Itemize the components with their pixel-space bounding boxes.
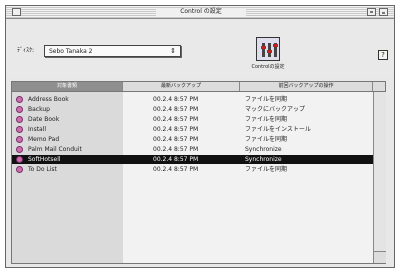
last-action: ファイルを同期 [245,116,288,123]
last-action: マックにバックアップ [245,106,306,113]
control-settings-button[interactable]: Controlの設定 [250,37,286,75]
conduit-name: SoftHotsell [28,156,61,163]
sliders-icon [256,37,280,61]
resize-handle[interactable] [374,251,386,263]
control-settings-label: Controlの設定 [251,64,285,70]
table-row[interactable]: Backup 00.2.4 8:57 PM マックにバックアップ [12,105,373,114]
conduit-icon [16,106,23,113]
last-backup-date: 00.2.4 8:57 PM [153,136,199,143]
conduit-name: Backup [28,106,50,113]
table-row[interactable]: SoftHotsell 00.2.4 8:57 PM Synchronize [12,155,373,164]
table-row[interactable]: Memo Pad 00.2.4 8:57 PM ファイルを同期 [12,135,373,144]
toolbar: ﾃﾞｨｽｸ: Sebo Tanaka 2 ⇕ Controlの設定 ? [6,20,394,77]
conduit-window: Control の設定 ﾃﾞｨｽｸ: Sebo Tanaka 2 ⇕ Contr… [5,5,395,268]
last-action: Synchronize [245,146,282,153]
table-header: 対象書類 最新バックアップ 前回バックアップの操作 [11,81,386,92]
last-action: Synchronize [245,156,282,163]
conduit-icon [16,146,23,153]
last-action: ファイルを同期 [245,136,288,143]
last-backup-date: 00.2.4 8:57 PM [153,166,199,173]
conduit-name: Palm Mail Conduit [28,146,82,153]
conduit-icon [16,116,23,123]
disk-select[interactable]: Sebo Tanaka 2 ⇕ [44,45,181,57]
last-backup-date: 00.2.4 8:57 PM [153,156,199,163]
conduit-icon [16,96,23,103]
collapse-box-button[interactable] [379,8,388,16]
table-row[interactable]: To Do List 00.2.4 8:57 PM ファイルを同期 [12,165,373,174]
conduit-name: Memo Pad [28,136,60,143]
title-bar[interactable]: Control の設定 [6,6,394,19]
table-row[interactable]: Date Book 00.2.4 8:57 PM ファイルを同期 [12,115,373,124]
last-action: ファイルを同期 [245,96,288,103]
last-backup-date: 00.2.4 8:57 PM [153,116,199,123]
table-row[interactable]: Install 00.2.4 8:57 PM ファイルをインストール [12,125,373,134]
zoom-box-button[interactable] [367,8,376,16]
table-row[interactable]: Palm Mail Conduit 00.2.4 8:57 PM Synchroni… [12,145,373,154]
popup-arrow-icon: ⇕ [170,47,176,55]
last-action: ファイルを同期 [245,166,288,173]
column-header-target[interactable]: 対象書類 [12,82,123,91]
conduit-icon [16,156,23,163]
conduit-name: Install [28,126,47,133]
conduit-icon [16,136,23,143]
vertical-scrollbar[interactable] [373,92,386,263]
last-backup-date: 00.2.4 8:57 PM [153,146,199,153]
conduit-name: Address Book [28,96,69,103]
table-row[interactable]: Address Book 00.2.4 8:57 PM ファイルを同期 [12,95,373,104]
last-action: ファイルをインストール [245,126,311,133]
disk-label: ﾃﾞｨｽｸ: [17,47,35,54]
conduit-list: Address Book 00.2.4 8:57 PM ファイルを同期 Backup 0… [11,92,386,264]
last-backup-date: 00.2.4 8:57 PM [153,106,199,113]
help-button[interactable]: ? [378,50,388,60]
last-backup-date: 00.2.4 8:57 PM [153,126,199,133]
close-box-button[interactable] [12,8,21,16]
last-backup-date: 00.2.4 8:57 PM [153,96,199,103]
conduit-name: Date Book [28,116,60,123]
column-header-last-backup[interactable]: 最新バックアップ [123,82,240,91]
column-header-last-action[interactable]: 前回バックアップの操作 [240,82,373,91]
conduit-name: To Do List [28,166,57,173]
column-header-corner [373,82,385,91]
conduit-icon [16,166,23,173]
disk-select-value: Sebo Tanaka 2 [49,48,93,55]
conduit-icon [16,126,23,133]
window-title: Control の設定 [156,8,246,16]
